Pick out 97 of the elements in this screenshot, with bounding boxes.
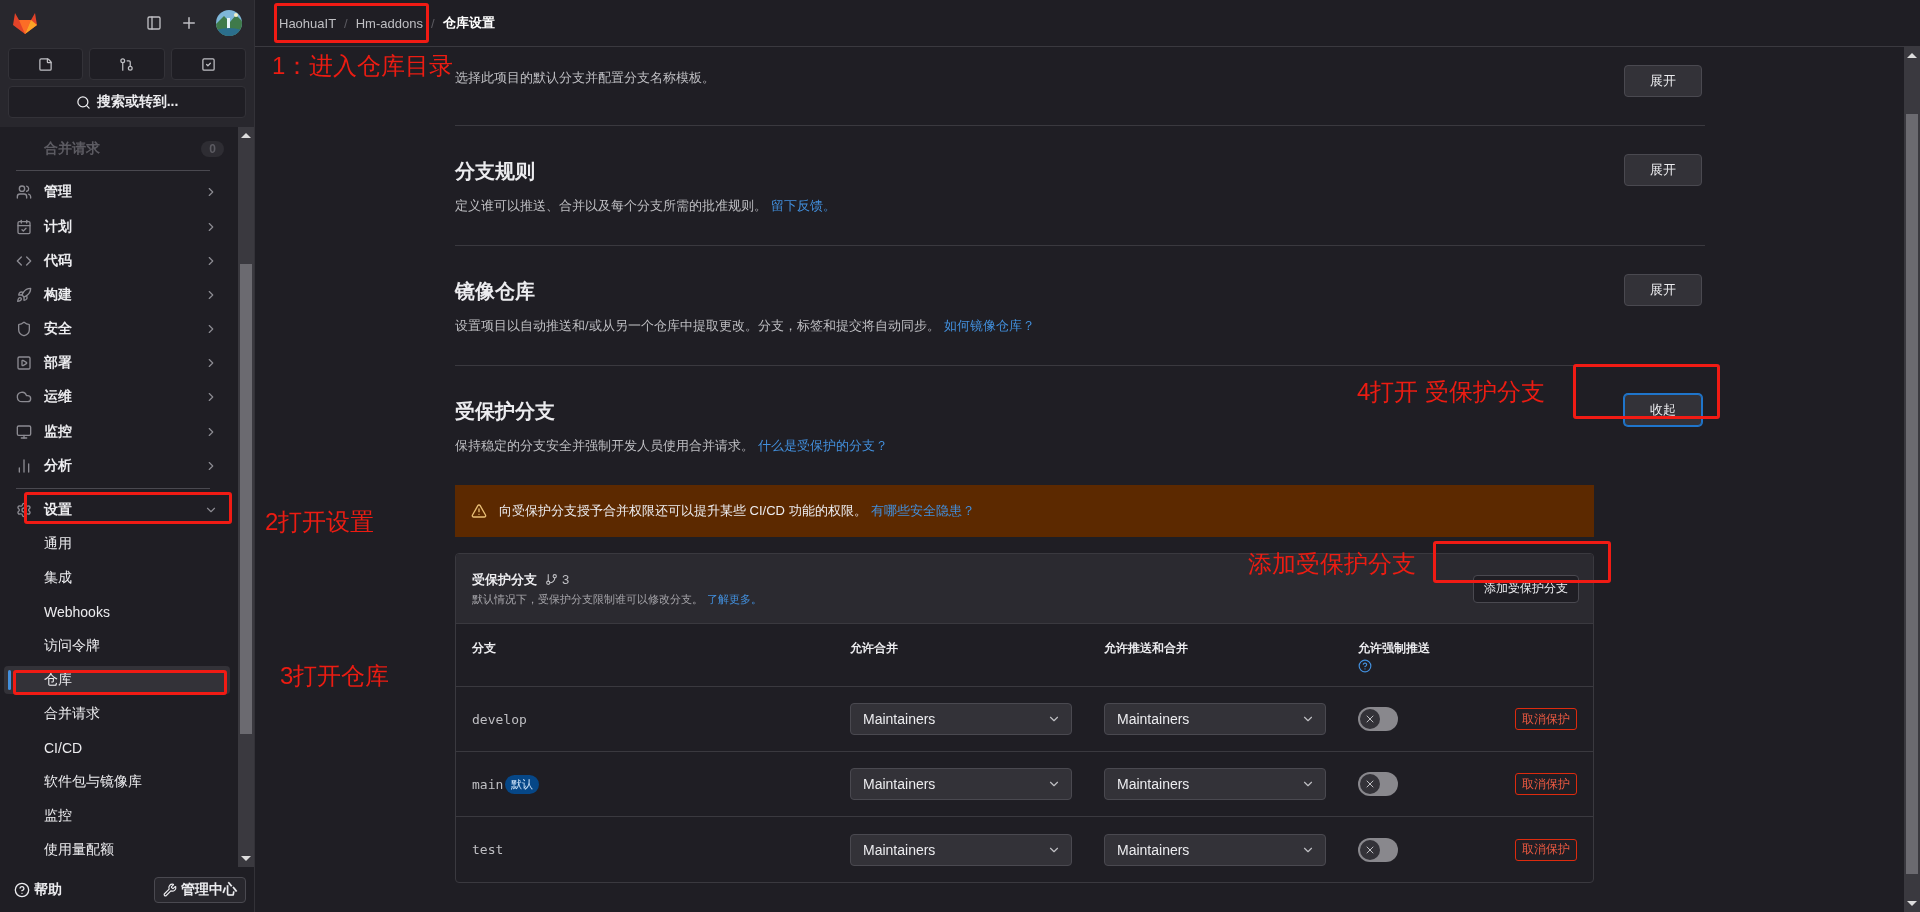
bar-chart-icon <box>16 457 32 474</box>
annotation-text: 1：进入仓库目录 <box>272 51 454 81</box>
merge-select[interactable]: Maintainers <box>850 833 1072 866</box>
plus-icon[interactable] <box>180 14 198 32</box>
card-title: 受保护分支 <box>472 570 537 589</box>
push-select[interactable]: Maintainers <box>1104 833 1326 866</box>
branch-name: test <box>472 842 504 857</box>
breadcrumb-separator: / <box>430 15 435 31</box>
nav-item[interactable]: 代码 <box>4 243 238 278</box>
breadcrumb-link[interactable]: 仓库设置 <box>442 14 495 32</box>
annotation-text: 4打开 受保护分支 <box>1357 377 1545 407</box>
merge-select[interactable]: Maintainers <box>850 768 1072 800</box>
section-description: 设置项目以自动推送和/或从另一个仓库中提取更改。分支，标签和提交将自动同步。 如何镜像仓库？ <box>455 317 1035 335</box>
settings-icon <box>16 501 32 518</box>
nav-subitem[interactable]: 集成 <box>4 564 230 593</box>
todo-button[interactable] <box>170 48 246 80</box>
branch-name: main <box>472 776 504 792</box>
search-button[interactable]: 搜索或转到... <box>8 86 246 118</box>
nav-subitem[interactable]: CI/CD <box>4 734 230 763</box>
sidebar-toggle-icon[interactable] <box>146 15 162 31</box>
alert-link[interactable]: 有哪些安全隐患？ <box>870 503 975 518</box>
branch-name: develop <box>472 711 527 727</box>
help-link[interactable]: 帮助 <box>14 880 148 899</box>
push-select[interactable]: Maintainers <box>1104 703 1326 735</box>
nav-item[interactable]: 管理 <box>4 175 238 210</box>
checkbox-icon <box>200 56 216 72</box>
scrollbar[interactable] <box>1904 47 1920 912</box>
push-select[interactable]: Maintainers <box>1104 768 1326 800</box>
people-icon <box>16 184 32 201</box>
nav-subitem[interactable]: 合并请求 <box>4 700 230 729</box>
section-title: 分支规则 <box>455 159 536 184</box>
nav-subitem[interactable]: Webhooks <box>4 598 230 627</box>
calendar-icon <box>16 218 32 235</box>
admin-button[interactable]: 管理中心 <box>154 876 246 903</box>
rocket-icon <box>16 286 32 303</box>
wrench-icon <box>163 882 177 897</box>
help-link[interactable]: 什么是受保护的分支？ <box>758 438 888 453</box>
warning-icon <box>471 503 487 519</box>
monitor-icon <box>16 423 32 440</box>
unprotect-button[interactable]: 取消保护 <box>1515 708 1577 730</box>
breadcrumb-link[interactable]: HaohuaIT <box>279 15 337 31</box>
column-header: 允许推送和合并 <box>1104 640 1189 657</box>
logo-icon[interactable] <box>12 11 38 35</box>
section-description: 选择此项目的默认分支并配置分支名称模板。 <box>455 69 715 87</box>
section-description: 保持稳定的分支安全并强制开发人员使用合并请求。 什么是受保护的分支？ <box>455 437 888 455</box>
nav-item[interactable]: 运维 <box>4 380 238 415</box>
nav-item[interactable]: 安全 <box>4 312 238 347</box>
play-icon <box>16 355 32 372</box>
expand-button[interactable]: 展开 <box>1624 154 1702 186</box>
annotation-text: 2打开设置 <box>265 507 375 537</box>
section-description: 定义谁可以推送、合并以及每个分支所需的批准规则。 留下反馈。 <box>455 197 836 215</box>
help-link[interactable]: 如何镜像仓库？ <box>943 318 1035 333</box>
nav-subitem[interactable]: 监控 <box>4 802 230 831</box>
section-title: 受保护分支 <box>455 399 556 424</box>
unprotect-button[interactable]: 取消保护 <box>1515 838 1577 861</box>
default-badge: 默认 <box>505 774 540 794</box>
nav-subitem[interactable]: 使用量配额 <box>4 836 230 865</box>
nav-item[interactable]: 计划 <box>4 209 238 244</box>
annotation-text: 添加受保护分支 <box>1248 549 1416 579</box>
column-header: 分支 <box>472 640 497 657</box>
section-title: 镜像仓库 <box>455 279 536 304</box>
force-push-toggle[interactable] <box>1358 837 1398 862</box>
force-push-toggle[interactable] <box>1358 707 1398 731</box>
alert-text: 向受保护分支授予合并权限还可以提升某些 CI/CD 功能的权限。 有哪些安全隐患？ <box>499 502 975 520</box>
shield-icon <box>16 321 32 338</box>
nav-item[interactable]: 部署 <box>4 346 238 381</box>
issues-button[interactable] <box>8 48 84 80</box>
nav-item[interactable]: 监控 <box>4 414 238 449</box>
unprotect-button[interactable]: 取消保护 <box>1515 773 1577 795</box>
column-header: 允许强制推送 <box>1358 640 1431 657</box>
help-icon <box>14 881 30 898</box>
x-icon <box>1364 713 1376 725</box>
column-header: 允许合并 <box>850 640 899 657</box>
search-icon <box>75 94 91 110</box>
nav-subitem[interactable]: 访问令牌 <box>4 632 230 661</box>
x-icon <box>1364 778 1376 790</box>
expand-button[interactable]: 展开 <box>1624 274 1702 306</box>
scrollbar[interactable] <box>238 127 254 867</box>
note-icon <box>38 56 54 72</box>
breadcrumb-link[interactable]: Hm-addons <box>355 15 423 31</box>
help-link[interactable]: 留下反馈。 <box>771 198 836 213</box>
branch-icon <box>545 573 558 586</box>
expand-button[interactable]: 展开 <box>1624 65 1702 97</box>
nav-item[interactable]: 构建 <box>4 277 238 312</box>
nav-subitem[interactable]: 软件包与镜像库 <box>4 768 230 797</box>
branch-count: 3 <box>562 572 570 587</box>
merge-requests-button[interactable] <box>89 48 165 80</box>
merge-request-icon <box>119 56 135 72</box>
nav-subitem[interactable]: 通用 <box>4 530 230 559</box>
annotation-text: 3打开仓库 <box>280 661 390 691</box>
nav-item[interactable]: 设置 <box>4 492 238 528</box>
merge-select[interactable]: Maintainers <box>850 703 1072 735</box>
card-description: 默认情况下，受保护分支限制谁可以修改分支。 了解更多。 <box>472 591 762 607</box>
force-push-toggle[interactable] <box>1358 772 1398 796</box>
nav-item[interactable]: 分析 <box>4 448 238 483</box>
learn-more-link[interactable]: 了解更多。 <box>707 592 762 605</box>
breadcrumb-separator: / <box>344 15 348 31</box>
